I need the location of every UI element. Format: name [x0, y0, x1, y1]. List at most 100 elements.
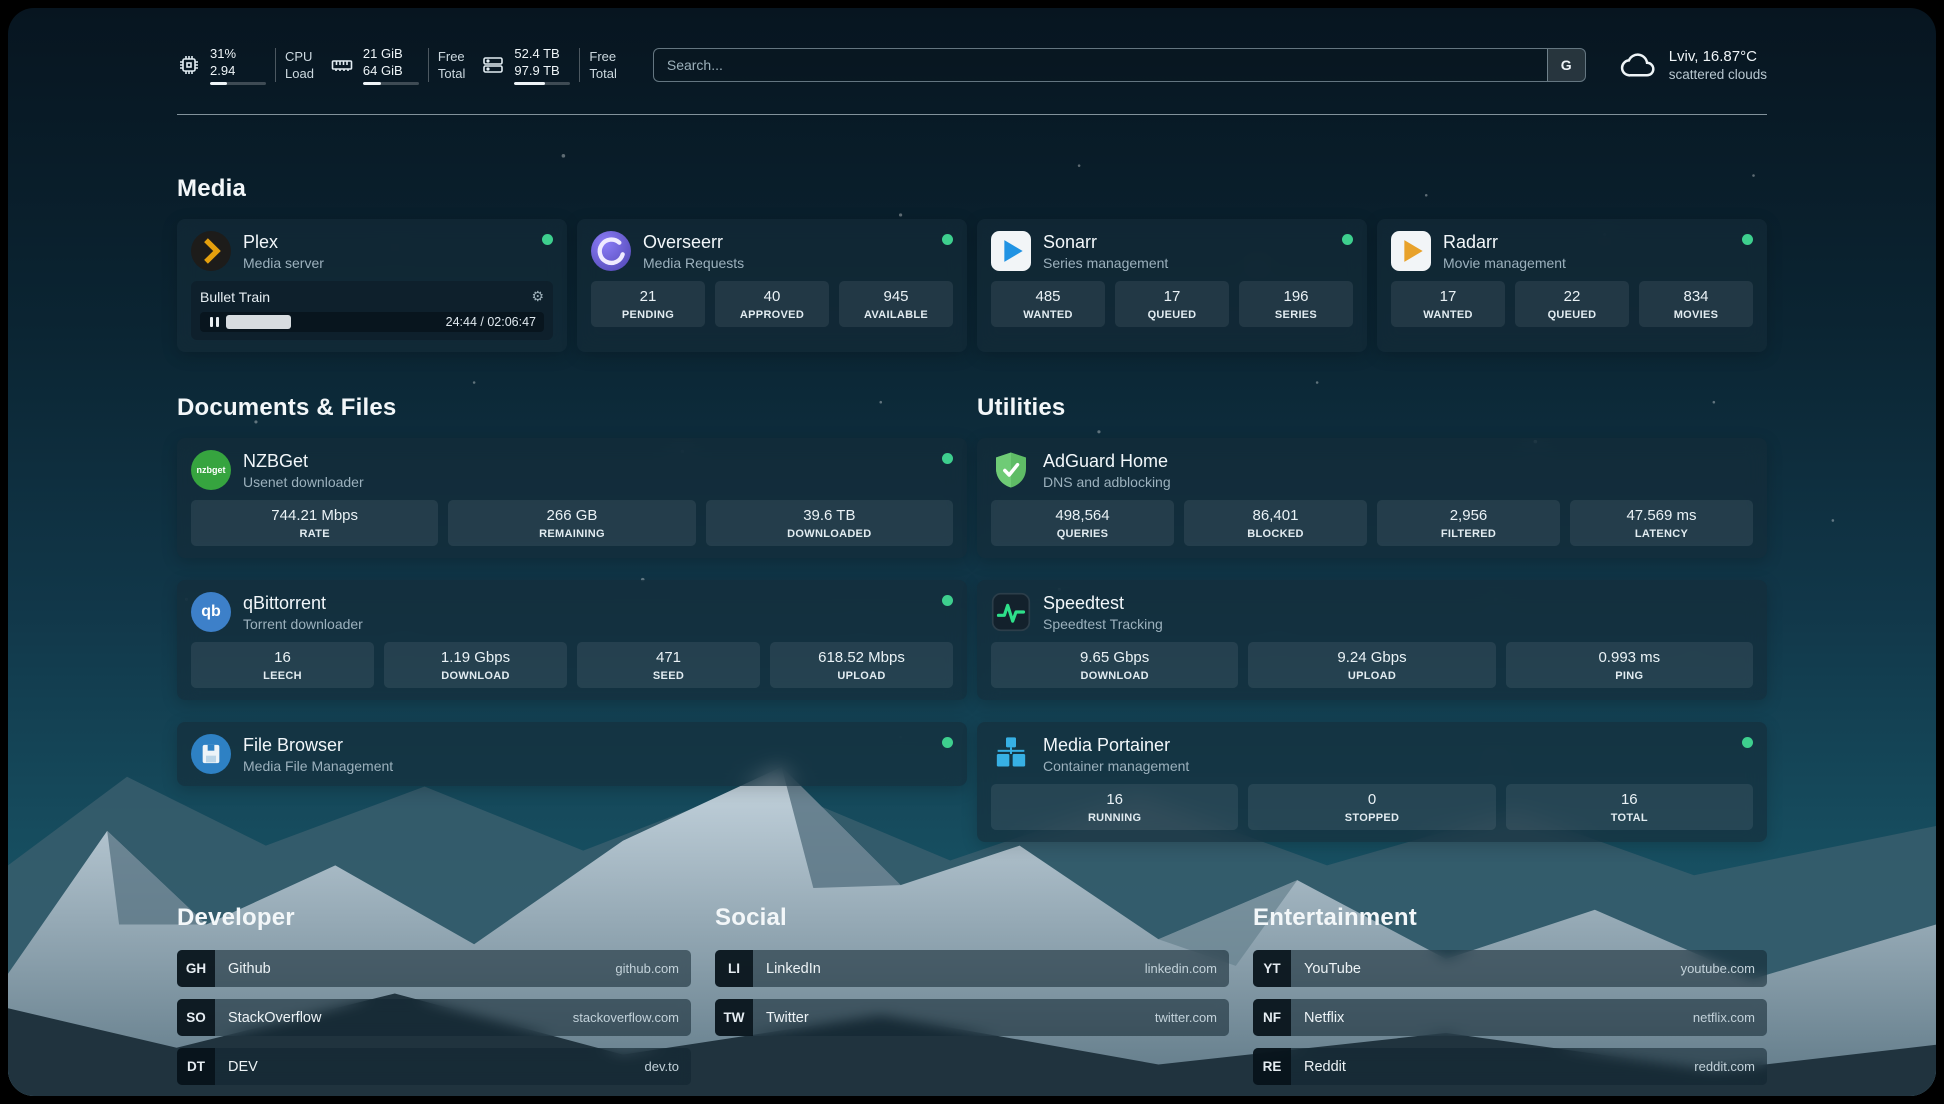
bookmark-name: YouTube — [1304, 961, 1361, 977]
service-card-speedtest[interactable]: Speedtest Speedtest Tracking 9.65 Gbps D… — [977, 580, 1767, 700]
cpu-usage-value: 31% — [210, 45, 266, 62]
status-online-dot — [1742, 234, 1753, 245]
service-card-radarr[interactable]: Radarr Movie management 17 WANTED 22 QUE… — [1377, 219, 1767, 352]
service-card-qbittorrent[interactable]: qb qBittorrent Torrent downloader 16 LEE… — [177, 580, 967, 700]
disk-free-value: 52.4 TB — [514, 45, 570, 62]
section-title-utilities: Utilities — [977, 394, 1767, 422]
qbittorrent-icon: qb — [191, 592, 231, 632]
weather-condition: scattered clouds — [1669, 67, 1767, 82]
service-card-nzbget[interactable]: nzbget NZBGet Usenet downloader 744.21 M… — [177, 438, 967, 558]
stat-value: 17 — [1395, 288, 1501, 305]
bookmark-netflix[interactable]: NF Netflix netflix.com — [1253, 999, 1767, 1036]
stat-value: 196 — [1243, 288, 1349, 305]
service-name: File Browser — [243, 735, 393, 756]
search-engine-button[interactable]: G — [1547, 49, 1585, 81]
service-name: Radarr — [1443, 232, 1566, 253]
bookmark-linkedin[interactable]: LI LinkedIn linkedin.com — [715, 950, 1229, 987]
search-input[interactable] — [654, 49, 1547, 81]
twitter-icon: TW — [715, 999, 753, 1036]
stat-label: MOVIES — [1643, 309, 1749, 321]
service-subtitle: Series management — [1043, 255, 1168, 271]
stat-label: WANTED — [995, 309, 1101, 321]
stat-box: 9.24 Gbps UPLOAD — [1248, 642, 1495, 688]
bookmark-url: github.com — [615, 961, 679, 976]
stat-label: LEECH — [195, 670, 370, 682]
stat-box: 471 SEED — [577, 642, 760, 688]
stat-box: 17 WANTED — [1391, 281, 1505, 327]
section-title-media: Media — [177, 175, 1767, 203]
stat-box: 2,956 FILTERED — [1377, 500, 1560, 546]
stat-label: PING — [1510, 670, 1749, 682]
stat-value: 2,956 — [1381, 507, 1556, 524]
radarr-icon — [1391, 231, 1431, 271]
bookmark-reddit[interactable]: RE Reddit reddit.com — [1253, 1048, 1767, 1085]
stat-value: 22 — [1519, 288, 1625, 305]
disk-widget: 52.4 TB 97.9 TB Free Total — [481, 45, 616, 85]
disk-total-value: 97.9 TB — [514, 62, 570, 79]
bookmark-group-developer: Developer GH Github github.com SO StackO… — [177, 904, 691, 1096]
service-subtitle: Media Requests — [643, 255, 744, 271]
stat-box: 9.65 Gbps DOWNLOAD — [991, 642, 1238, 688]
stat-label: PENDING — [595, 309, 701, 321]
playback-progress-bar[interactable]: 24:44 / 02:06:47 — [200, 312, 544, 332]
youtube-icon: YT — [1253, 950, 1291, 987]
bookmark-youtube[interactable]: YT YouTube youtube.com — [1253, 950, 1767, 987]
linkedin-icon: LI — [715, 950, 753, 987]
bookmark-group-social: Social LI LinkedIn linkedin.com TW Twitt… — [715, 904, 1229, 1096]
bookmark-stackoverflow[interactable]: SO StackOverflow stackoverflow.com — [177, 999, 691, 1036]
bookmark-url: linkedin.com — [1145, 961, 1217, 976]
stat-value: 744.21 Mbps — [195, 507, 434, 524]
overseerr-icon — [591, 231, 631, 271]
pause-button[interactable] — [205, 315, 223, 329]
stat-label: UPLOAD — [774, 670, 949, 682]
stat-value: 834 — [1643, 288, 1749, 305]
reddit-icon: RE — [1253, 1048, 1291, 1085]
stat-box: 40 APPROVED — [715, 281, 829, 327]
bookmark-twitter[interactable]: TW Twitter twitter.com — [715, 999, 1229, 1036]
stat-box: 498,564 QUERIES — [991, 500, 1174, 546]
cpu-widget: 31% 2.94 CPU Load — [177, 45, 314, 85]
stat-label: RATE — [195, 528, 434, 540]
service-card-adguard[interactable]: AdGuard Home DNS and adblocking 498,564 … — [977, 438, 1767, 558]
stat-label: UPLOAD — [1252, 670, 1491, 682]
cpu-icon — [177, 53, 201, 77]
netflix-icon: NF — [1253, 999, 1291, 1036]
search-bar[interactable]: G — [653, 48, 1586, 82]
settings-gear-icon[interactable]: ⚙ — [531, 288, 544, 305]
service-card-filebrowser[interactable]: File Browser Media File Management — [177, 722, 967, 786]
disk-label-top: Free — [589, 48, 616, 65]
service-subtitle: Speedtest Tracking — [1043, 616, 1163, 632]
service-card-overseerr[interactable]: Overseerr Media Requests 21 PENDING 40 A… — [577, 219, 967, 352]
stat-value: 16 — [195, 649, 370, 666]
bookmark-url: twitter.com — [1155, 1010, 1217, 1025]
section-title-documents: Documents & Files — [177, 394, 967, 422]
service-card-portainer[interactable]: Media Portainer Container management 16 … — [977, 722, 1767, 842]
speedtest-icon — [991, 592, 1031, 632]
service-card-plex[interactable]: Plex Media server Bullet Train ⚙ — [177, 219, 567, 352]
service-subtitle: DNS and adblocking — [1043, 474, 1171, 490]
disk-icon — [481, 53, 505, 77]
weather-widget: Lviv, 16.87°C scattered clouds — [1620, 48, 1767, 82]
cpu-usage-bar — [210, 82, 266, 85]
stat-value: 39.6 TB — [710, 507, 949, 524]
stat-label: TOTAL — [1510, 812, 1749, 824]
service-subtitle: Media server — [243, 255, 324, 271]
bookmark-name: LinkedIn — [766, 961, 821, 977]
bookmark-group-entertainment: Entertainment YT YouTube youtube.com NF … — [1253, 904, 1767, 1096]
stat-box: 834 MOVIES — [1639, 281, 1753, 327]
stat-label: STOPPED — [1252, 812, 1491, 824]
service-card-sonarr[interactable]: Sonarr Series management 485 WANTED 17 Q… — [977, 219, 1367, 352]
service-subtitle: Usenet downloader — [243, 474, 364, 490]
stat-label: DOWNLOAD — [388, 670, 563, 682]
bookmark-github[interactable]: GH Github github.com — [177, 950, 691, 987]
bookmark-dev[interactable]: DT DEV dev.to — [177, 1048, 691, 1085]
section-utilities: Utilities AdGuard Home DNS and adblockin… — [977, 394, 1767, 864]
portainer-icon — [991, 734, 1031, 774]
disk-usage-bar — [514, 82, 570, 85]
memory-free-value: 21 GiB — [363, 45, 419, 62]
bookmark-url: netflix.com — [1693, 1010, 1755, 1025]
stat-value: 498,564 — [995, 507, 1170, 524]
section-title-developer: Developer — [177, 904, 691, 932]
bookmark-name: DEV — [228, 1059, 258, 1075]
service-subtitle: Torrent downloader — [243, 616, 363, 632]
